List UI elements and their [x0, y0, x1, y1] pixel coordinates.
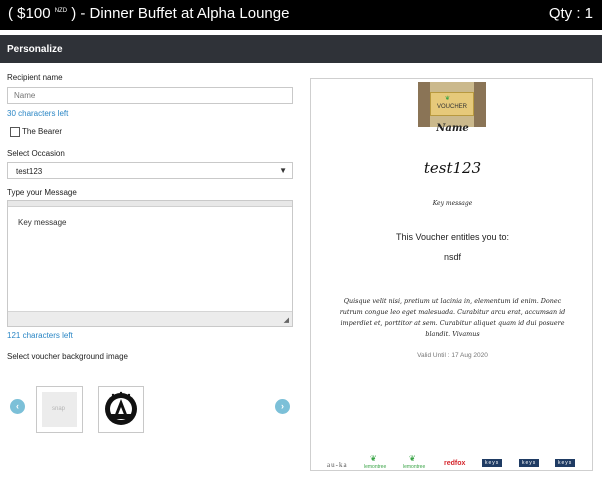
message-textarea[interactable]: Key message ◢: [7, 200, 293, 327]
voucher-image: ❦ VOUCHER: [418, 82, 486, 127]
voucher-image-text: VOUCHER: [436, 104, 467, 110]
thumb-text: snap: [52, 406, 66, 412]
keys-logo: keys: [482, 459, 503, 467]
message-text: Key message: [18, 218, 67, 227]
recipient-name-input[interactable]: [7, 87, 293, 104]
occasion-value: test123: [16, 167, 43, 176]
preview-body: Quisque velit nisi, pretium ut lacinia i…: [339, 297, 566, 338]
currency-code: NZD: [54, 8, 68, 14]
bearer-label: The Bearer: [22, 127, 63, 136]
preview-occasion: test123: [423, 159, 482, 177]
quantity-label: Qty : 1: [548, 5, 593, 22]
lemontree-logo: lemontree: [403, 464, 426, 470]
chevron-right-icon: ›: [281, 401, 284, 411]
preview-message: Key message: [432, 200, 473, 207]
bearer-checkbox[interactable]: [10, 127, 20, 137]
recipient-label: Recipient name: [7, 73, 63, 82]
partner-logos: au-ka lemontree ❦ lemontree ❦ redfox key…: [327, 454, 581, 470]
occasion-select[interactable]: test123 ▼: [7, 162, 293, 179]
chevron-left-icon: ‹: [16, 401, 19, 411]
resize-handle-icon[interactable]: ◢: [284, 316, 289, 324]
background-label: Select voucher background image: [7, 352, 128, 361]
message-label: Type your Message: [7, 188, 77, 197]
preview-entitles: This Voucher entitles you to:: [395, 232, 510, 242]
next-image-button[interactable]: ›: [275, 399, 290, 414]
top-bar: ( $100 NZD ) - Dinner Buffet at Alpha Lo…: [0, 0, 602, 30]
preview-name: Name: [436, 123, 469, 134]
keys-logo: keys: [555, 459, 576, 467]
lemontree-logo: lemontree: [364, 464, 387, 470]
background-thumbnail[interactable]: [98, 386, 144, 433]
editor-toolbar: [8, 201, 292, 207]
voucher-preview: ❦ VOUCHER Name test123 Key message This …: [310, 78, 593, 471]
editor-status-bar: [8, 311, 292, 326]
preview-valid-until: Valid Until : 17 Aug 2020: [417, 352, 488, 359]
auka-logo: au-ka: [327, 461, 348, 469]
section-title: Personalize: [7, 44, 63, 55]
preview-item: nsdf: [443, 252, 461, 262]
product-name: ) - Dinner Buffet at Alpha Lounge: [71, 5, 290, 22]
price: ( $100: [8, 5, 51, 22]
redfox-logo: redfox: [444, 460, 466, 467]
product-title: ( $100 NZD ) - Dinner Buffet at Alpha Lo…: [8, 5, 289, 22]
leaf-icon: ❦: [445, 96, 451, 102]
section-header: Personalize: [0, 35, 602, 63]
prev-image-button[interactable]: ‹: [10, 399, 25, 414]
background-thumbnail[interactable]: snap: [36, 386, 83, 433]
occasion-label: Select Occasion: [7, 149, 65, 158]
message-chars-left: 121 characters left: [7, 331, 73, 340]
recipient-chars-left: 30 characters left: [7, 109, 69, 118]
leaf-icon: ❦: [370, 454, 377, 463]
seal-logo-icon: [105, 391, 137, 425]
leaf-icon: ❦: [409, 454, 416, 463]
dropdown-arrow-icon: ▼: [279, 166, 287, 175]
keys-logo: keys: [519, 459, 540, 467]
